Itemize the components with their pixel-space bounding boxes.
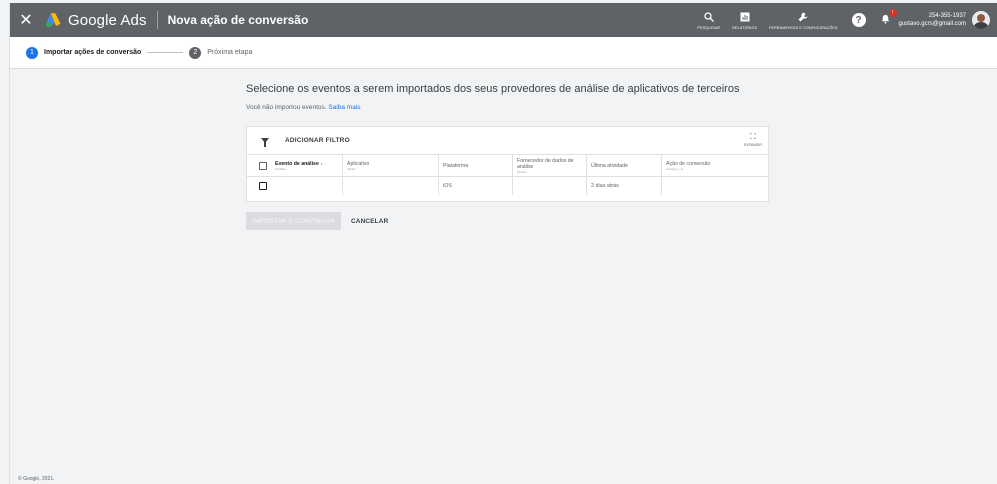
row-platform-value: iOS xyxy=(443,183,452,189)
google-ads-logo-icon xyxy=(45,13,61,28)
info-text: Você não importou eventos. Saiba mais xyxy=(246,104,786,111)
close-icon[interactable]: ✕ xyxy=(12,3,40,37)
header-app-label: Aplicativo xyxy=(347,160,370,167)
row-conversion-action xyxy=(662,177,768,195)
row-last-activity: 2 dias atrás xyxy=(587,177,662,195)
header-conversion-action-sub: Contagem_ma xyxy=(666,167,684,171)
row-checkbox[interactable] xyxy=(259,182,267,190)
main-content: Selecione os eventos a serem importados … xyxy=(246,83,786,230)
info-message: Você não importou eventos. xyxy=(246,104,327,111)
step-2-label: Próxima etapa xyxy=(207,49,253,56)
notification-badge: ! xyxy=(888,8,897,17)
tools-settings-label: FERRAMENTAS E CONFIGURAÇÕES xyxy=(769,25,838,30)
search-button[interactable]: PESQUISAR xyxy=(691,3,726,37)
step-2-number: 2 xyxy=(189,46,202,59)
section-heading: Selecione os eventos a serem importados … xyxy=(246,83,740,95)
footer-copyright: © Google, 2021. xyxy=(18,476,55,482)
table-header: Evento de análise ↓ Portfólios Aplicativ… xyxy=(247,155,768,177)
title-divider xyxy=(156,11,158,29)
row-app xyxy=(343,177,439,195)
page-title: Nova ação de conversão xyxy=(167,13,309,27)
header-provider[interactable]: Fornecedor de dados de análise Primário xyxy=(513,155,587,176)
row-provider xyxy=(513,177,587,195)
header-conversion-action[interactable]: Ação de conversão Contagem_ma xyxy=(662,155,768,176)
import-continue-button[interactable]: IMPORTAR E CONTINUAR xyxy=(246,212,341,230)
notifications-button[interactable]: ! xyxy=(880,8,897,28)
expand-icon: ⛶ xyxy=(750,132,756,141)
help-icon[interactable]: ? xyxy=(851,13,866,27)
filter-icon[interactable] xyxy=(261,138,269,147)
top-bar: ✕ Google Ads Nova ação de conversão PESQ… xyxy=(10,3,997,37)
brand-name[interactable]: Google Ads xyxy=(68,12,147,29)
avatar[interactable] xyxy=(972,11,990,29)
header-event: Evento de análise ↓ Portfólios xyxy=(247,155,343,176)
avatar-head xyxy=(977,14,985,22)
account-info[interactable]: 254-355-1937 gustavo.gcrs@gmail.com xyxy=(899,12,966,28)
sort-desc-icon: ↓ xyxy=(320,160,323,167)
cancel-button[interactable]: CANCELAR xyxy=(351,218,388,225)
step-1-label: Importar ações de conversão xyxy=(44,49,142,56)
search-button-label: PESQUISAR xyxy=(697,25,721,30)
search-icon xyxy=(704,11,714,22)
header-last-activity[interactable]: Última atividade xyxy=(587,155,662,176)
tools-settings-button[interactable]: FERRAMENTAS E CONFIGURAÇÕES xyxy=(763,3,843,37)
header-event-sub: Portfólios xyxy=(275,167,286,171)
avatar-body xyxy=(974,22,988,29)
header-app-sub: Ativado xyxy=(347,167,356,171)
learn-more-link[interactable]: Saiba mais xyxy=(328,104,360,111)
header-conversion-action-label: Ação de conversão xyxy=(666,160,711,167)
stepper: 1 Importar ações de conversão 2 Próxima … xyxy=(10,37,997,69)
header-platform[interactable]: Plataforma xyxy=(439,155,513,176)
header-provider-sub: Primário xyxy=(517,170,527,174)
row-event xyxy=(247,177,343,195)
reports-button-label: RELATÓRIOS xyxy=(732,25,758,30)
header-provider-label: Fornecedor de dados de análise xyxy=(517,157,574,170)
reports-button[interactable]: RELATÓRIOS xyxy=(726,3,763,37)
row-platform: iOS xyxy=(439,177,513,195)
account-email: gustavo.gcrs@gmail.com xyxy=(898,21,966,27)
add-filter-button[interactable]: ADICIONAR FILTRO xyxy=(285,137,350,144)
header-last-activity-label: Última atividade xyxy=(591,162,628,169)
header-platform-label: Plataforma xyxy=(443,162,469,169)
expand-label: EXPANDIR xyxy=(743,143,762,147)
header-app[interactable]: Aplicativo Ativado xyxy=(343,155,439,176)
app-frame: ✕ Google Ads Nova ação de conversão PESQ… xyxy=(9,3,997,484)
reports-icon xyxy=(740,12,750,21)
header-event-label: Evento de análise xyxy=(275,160,319,167)
row-last-activity-value: 2 dias atrás xyxy=(591,183,619,189)
action-buttons: IMPORTAR E CONTINUAR CANCELAR xyxy=(246,212,388,230)
expand-button[interactable]: ⛶ EXPANDIR xyxy=(743,132,762,148)
events-table: ADICIONAR FILTRO ⛶ EXPANDIR Evento de an… xyxy=(246,126,769,202)
account-phone: 254-355-1937 xyxy=(928,13,966,19)
table-row: iOS 2 dias atrás xyxy=(247,177,768,195)
select-all-checkbox[interactable] xyxy=(259,161,267,170)
wrench-icon xyxy=(798,12,808,21)
toolbar: PESQUISAR RELATÓRIOS FERRAMENTAS E CONFI… xyxy=(691,3,997,37)
step-1-number: 1 xyxy=(26,46,38,59)
step-connector xyxy=(147,52,184,53)
filter-bar: ADICIONAR FILTRO ⛶ EXPANDIR xyxy=(247,127,768,155)
header-event-label-wrap[interactable]: Evento de análise ↓ xyxy=(275,161,323,167)
